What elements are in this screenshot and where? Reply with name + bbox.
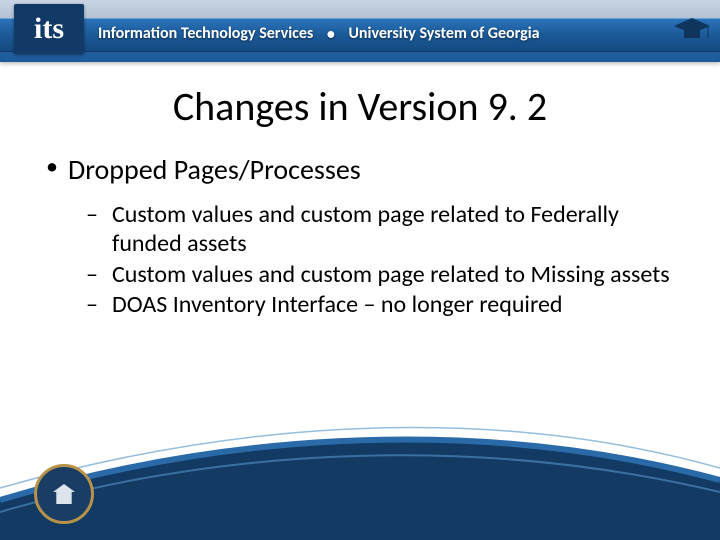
separator-dot-icon: • — [327, 25, 335, 44]
seal-building-icon — [53, 484, 75, 504]
its-logo: its — [14, 4, 84, 54]
slide: its Information Technology Services • Un… — [0, 0, 720, 540]
org-right-label: University System of Georgia — [348, 24, 539, 43]
header-org-text: Information Technology Services • Univer… — [98, 24, 540, 44]
slide-body: Dropped Pages/Processes Custom values an… — [42, 152, 678, 322]
slide-title: Changes in Version 9. 2 — [0, 82, 720, 131]
bullet-heading: Dropped Pages/Processes — [42, 152, 678, 187]
usg-seal-icon — [34, 464, 94, 524]
bottom-swoosh — [0, 400, 720, 540]
list-item: DOAS Inventory Interface – no longer req… — [86, 291, 678, 320]
grad-cap-icon — [670, 10, 714, 54]
org-left-label: Information Technology Services — [98, 24, 313, 43]
header-banner: its Information Technology Services • Un… — [0, 0, 720, 62]
sub-bullet-list: Custom values and custom page related to… — [42, 201, 678, 320]
list-item: Custom values and custom page related to… — [86, 201, 678, 259]
list-item: Custom values and custom page related to… — [86, 261, 678, 290]
